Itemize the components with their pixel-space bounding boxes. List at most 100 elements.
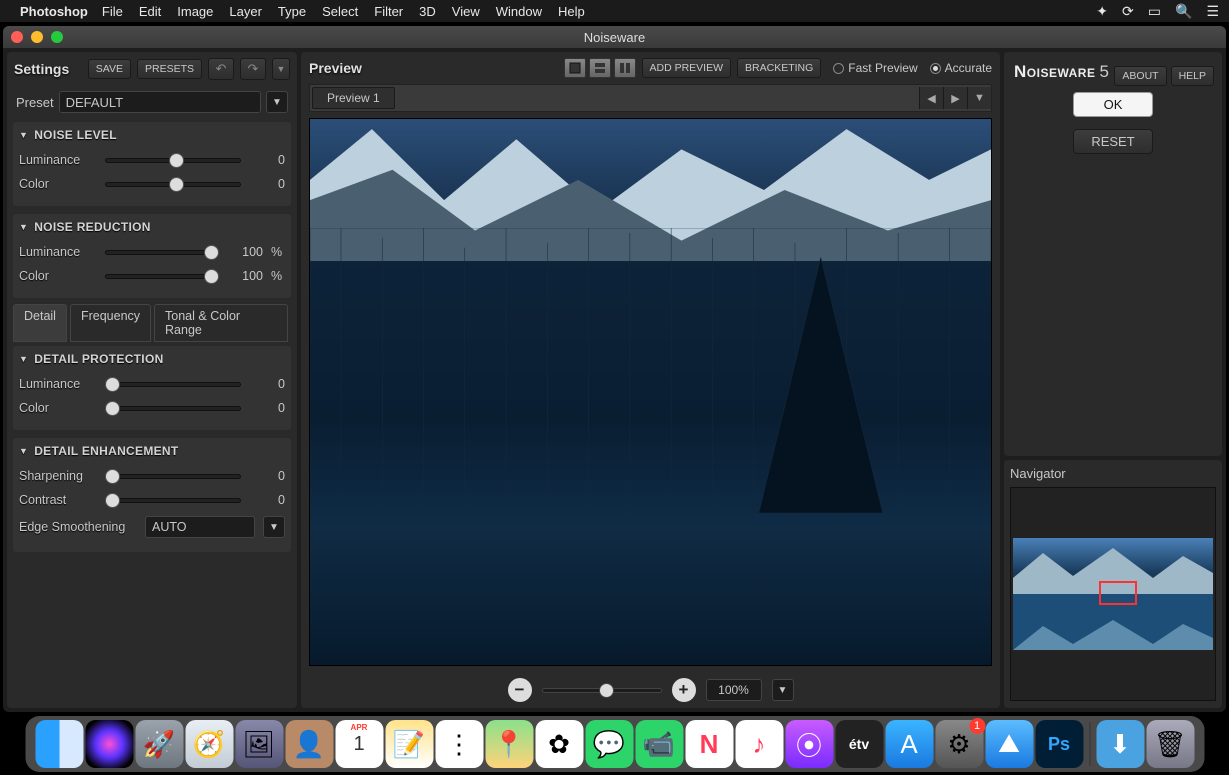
dock-calendar-icon[interactable]: APR1 (335, 720, 383, 768)
zoom-in-button[interactable]: + (672, 678, 696, 702)
dock-reminders-icon[interactable]: ⋮ (435, 720, 483, 768)
preview-tab-1[interactable]: Preview 1 (312, 87, 395, 109)
noise-reduction-title: NOISE REDUCTION (34, 220, 151, 234)
dock-photos-icon[interactable]: ✿ (535, 720, 583, 768)
window-titlebar[interactable]: Noiseware (3, 26, 1226, 48)
collapse-icon[interactable]: ▼ (19, 222, 28, 232)
dock-preview-icon[interactable]: 🖼 (235, 720, 283, 768)
menu-layer[interactable]: Layer (229, 4, 262, 19)
dock-launchpad-icon[interactable]: 🚀 (135, 720, 183, 768)
dock-contacts-icon[interactable]: 👤 (285, 720, 333, 768)
menu-select[interactable]: Select (322, 4, 358, 19)
bracketing-button[interactable]: BRACKETING (737, 58, 821, 78)
collapse-icon[interactable]: ▼ (19, 446, 28, 456)
color-label: Color (19, 177, 97, 191)
detail-protection-color-slider[interactable] (105, 400, 241, 416)
navigator-title: Navigator (1010, 466, 1216, 481)
noise-level-color-value: 0 (249, 177, 285, 191)
preset-select[interactable]: DEFAULT (59, 91, 261, 113)
dock-photoshop-icon[interactable]: Ps (1035, 720, 1083, 768)
preview-next-button[interactable]: ▶ (943, 87, 967, 109)
tab-detail[interactable]: Detail (13, 304, 67, 342)
dock-siri-icon[interactable] (85, 720, 133, 768)
noise-level-color-slider[interactable] (105, 176, 241, 192)
sharpening-label: Sharpening (19, 469, 97, 483)
about-button[interactable]: ABOUT (1114, 66, 1166, 86)
preview-image[interactable] (309, 118, 992, 666)
noise-reduction-color-slider[interactable] (105, 268, 219, 284)
menu-file[interactable]: File (102, 4, 123, 19)
navigator-panel: Navigator (1004, 460, 1222, 708)
fast-preview-radio[interactable]: Fast Preview (833, 61, 917, 75)
dock-settings-icon[interactable]: ⚙1 (935, 720, 983, 768)
dock-downloads-icon[interactable]: ⬇ (1096, 720, 1144, 768)
contrast-slider[interactable] (105, 492, 241, 508)
sharpening-slider[interactable] (105, 468, 241, 484)
status-sync-icon[interactable]: ⟳ (1122, 3, 1134, 20)
save-button[interactable]: SAVE (88, 59, 131, 79)
navigator-viewport[interactable] (1099, 581, 1137, 605)
redo-button[interactable]: ↷ (240, 58, 266, 80)
view-single-button[interactable] (564, 58, 586, 78)
history-dropdown-button[interactable]: ▼ (272, 58, 290, 80)
dock-maps-icon[interactable]: 📍 (485, 720, 533, 768)
noise-reduction-luminance-slider[interactable] (105, 244, 219, 260)
dock-app-icon[interactable]: ⛰ (985, 720, 1033, 768)
dock-notes-icon[interactable]: 📝 (385, 720, 433, 768)
dock-trash-icon[interactable]: 🗑 (1146, 720, 1194, 768)
dock-facetime-icon[interactable]: 📹 (635, 720, 683, 768)
add-preview-button[interactable]: ADD PREVIEW (642, 58, 732, 78)
mac-menubar: Photoshop File Edit Image Layer Type Sel… (0, 0, 1229, 22)
zoom-dropdown-arrow[interactable]: ▼ (772, 679, 794, 701)
help-button[interactable]: HELP (1171, 66, 1214, 86)
collapse-icon[interactable]: ▼ (19, 354, 28, 364)
status-puzzle-icon[interactable]: ✦ (1096, 3, 1108, 20)
menu-help[interactable]: Help (558, 4, 585, 19)
tab-tonal-color-range[interactable]: Tonal & Color Range (154, 304, 288, 342)
detail-protection-section: ▼DETAIL PROTECTION Luminance 0 Color 0 (13, 346, 291, 430)
dock-tv-icon[interactable]: étv (835, 720, 883, 768)
detail-protection-luminance-slider[interactable] (105, 376, 241, 392)
zoom-controls: − + 100% ▼ (301, 672, 1000, 708)
status-menu-icon[interactable]: ☰ (1206, 3, 1219, 20)
collapse-icon[interactable]: ▼ (19, 130, 28, 140)
status-search-icon[interactable]: 🔍 (1175, 3, 1192, 20)
dock-news-icon[interactable]: N (685, 720, 733, 768)
dock-messages-icon[interactable]: 💬 (585, 720, 633, 768)
dock-safari-icon[interactable]: 🧭 (185, 720, 233, 768)
edge-smoothening-select[interactable]: AUTO (145, 516, 255, 538)
menu-image[interactable]: Image (177, 4, 213, 19)
noise-level-luminance-slider[interactable] (105, 152, 241, 168)
edge-smoothening-dropdown-arrow[interactable]: ▼ (263, 516, 285, 538)
tab-frequency[interactable]: Frequency (70, 304, 151, 342)
dock-music-icon[interactable]: ♪ (735, 720, 783, 768)
luminance-label: Luminance (19, 245, 97, 259)
dock-podcasts-icon[interactable]: ⦿ (785, 720, 833, 768)
accurate-radio[interactable]: Accurate (930, 61, 992, 75)
menu-view[interactable]: View (452, 4, 480, 19)
reset-button[interactable]: RESET (1073, 129, 1153, 154)
navigator-thumbnail[interactable] (1013, 538, 1213, 650)
presets-button[interactable]: PRESETS (137, 59, 202, 79)
menu-type[interactable]: Type (278, 4, 306, 19)
luminance-label: Luminance (19, 377, 97, 391)
ok-button[interactable]: OK (1073, 92, 1153, 117)
menu-filter[interactable]: Filter (374, 4, 403, 19)
menu-edit[interactable]: Edit (139, 4, 161, 19)
menu-window[interactable]: Window (496, 4, 542, 19)
menu-3d[interactable]: 3D (419, 4, 436, 19)
dock-finder-icon[interactable] (35, 720, 83, 768)
menubar-app-name[interactable]: Photoshop (20, 4, 88, 19)
dock-appstore-icon[interactable]: A (885, 720, 933, 768)
view-split-vertical-button[interactable] (614, 58, 636, 78)
preset-dropdown-arrow[interactable]: ▼ (266, 91, 288, 113)
zoom-out-button[interactable]: − (508, 678, 532, 702)
zoom-slider[interactable] (542, 688, 662, 693)
preview-prev-button[interactable]: ◀ (919, 87, 943, 109)
undo-button[interactable]: ↶ (208, 58, 234, 80)
status-displays-icon[interactable]: ▭ (1148, 3, 1161, 20)
noise-reduction-section: ▼NOISE REDUCTION Luminance 100 % Color 1… (13, 214, 291, 298)
color-label: Color (19, 401, 97, 415)
view-split-horizontal-button[interactable] (589, 58, 611, 78)
preview-tab-menu[interactable]: ▼ (967, 87, 991, 109)
